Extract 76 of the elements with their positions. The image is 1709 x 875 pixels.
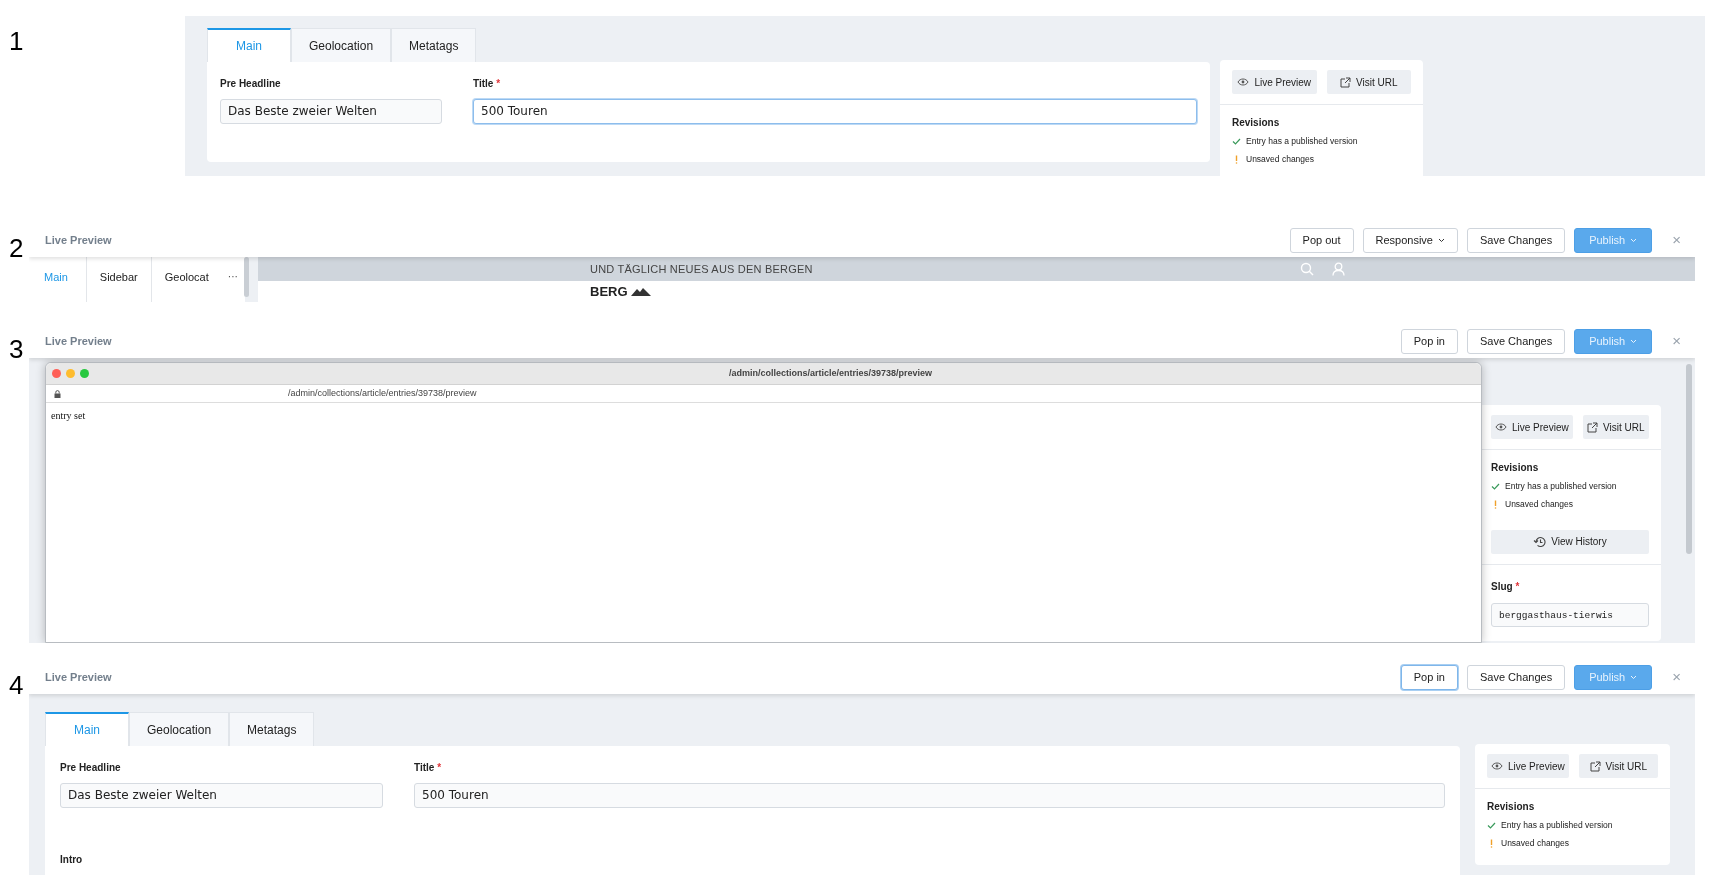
search-icon [1300, 262, 1314, 276]
visit-url-button[interactable]: Visit URL [1326, 70, 1411, 94]
section-heading: Revisions [1491, 461, 1540, 475]
panel-number: 3 [8, 333, 25, 366]
url-text: /admin/collections/article/entries/39738/preview [288, 386, 477, 400]
scrollbar[interactable] [243, 257, 249, 297]
toolbar-button[interactable]: Pop out [1289, 227, 1354, 253]
external-link-icon [1340, 76, 1351, 88]
view-history-button[interactable]: View History [1491, 529, 1649, 554]
toolbar-button[interactable]: Save Changes [1467, 664, 1566, 690]
window-title: /admin/collections/article/entries/39738/preview [729, 366, 933, 380]
window-minimize-button[interactable] [66, 369, 75, 378]
window-zoom-button[interactable] [80, 369, 89, 378]
text-field[interactable]: Das Beste zweier Welten [220, 98, 442, 124]
eye-icon [1491, 761, 1503, 771]
field-label: Intro [60, 852, 84, 867]
tab[interactable]: Geolocation [291, 28, 392, 62]
user-icon [1332, 262, 1345, 276]
eye-icon [1237, 77, 1250, 87]
page-text: entry set [50, 409, 87, 423]
lock-icon [54, 389, 61, 398]
text-field[interactable]: Das Beste zweier Welten [60, 782, 383, 808]
chevron-down-icon [1630, 237, 1638, 243]
revision-status: Entry has a published version [1505, 480, 1617, 493]
live-preview-button[interactable]: Live Preview [1232, 70, 1317, 94]
toolbar-button[interactable]: Pop in [1400, 664, 1458, 690]
live-preview-button[interactable]: Live Preview [1487, 754, 1569, 778]
panel-number: 1 [8, 25, 25, 58]
toolbar-title: Live Preview [45, 232, 112, 248]
revision-status: Unsaved changes [1505, 497, 1574, 511]
site-banner-text: UND TÄGLICH NEUES AUS DEN BERGEN [590, 261, 813, 277]
visit-url-button[interactable]: Visit URL [1578, 754, 1658, 778]
toolbar-button[interactable]: Save Changes [1467, 328, 1566, 354]
external-link-icon [1587, 421, 1599, 433]
external-link-icon [1589, 760, 1601, 772]
section-heading: Revisions [1487, 800, 1536, 814]
eye-icon [1495, 422, 1507, 432]
revision-status: Unsaved changes [1246, 152, 1315, 166]
check-icon [1487, 821, 1496, 829]
toolbar-title: Live Preview [45, 669, 112, 685]
check-icon [1232, 137, 1241, 145]
revision-status: Unsaved changes [1501, 836, 1570, 850]
panel-number: 4 [8, 669, 25, 702]
text-field[interactable]: 500 Touren [414, 782, 1445, 808]
toolbar-button[interactable]: Save Changes [1467, 227, 1566, 253]
panel-number: 2 [8, 232, 25, 265]
text-field[interactable]: 500 Touren [473, 98, 1197, 124]
mountain-icon [630, 287, 651, 296]
site-logo: BERG [590, 285, 628, 298]
section-heading: Revisions [1232, 116, 1281, 130]
chevron-down-icon [1630, 674, 1638, 680]
check-icon [1491, 482, 1500, 490]
field-label: Pre Headline [60, 761, 122, 775]
history-icon [1533, 535, 1547, 548]
tab[interactable]: Metatags [391, 28, 477, 62]
toolbar-title: Live Preview [45, 333, 112, 349]
field-label: Title * [414, 761, 443, 775]
field-label: Slug * [1491, 579, 1521, 594]
field-label: Pre Headline [220, 77, 282, 91]
revision-status: Entry has a published version [1501, 819, 1613, 832]
chevron-down-icon [1630, 338, 1638, 344]
toolbar-button[interactable]: Pop in [1400, 328, 1458, 354]
tab[interactable]: Geolocation [129, 712, 230, 746]
tab[interactable]: Metatags [229, 712, 315, 746]
revision-status: Entry has a published version [1246, 135, 1358, 148]
visit-url-button[interactable]: Visit URL [1582, 415, 1649, 439]
required-mark: * [1515, 580, 1520, 592]
dropdown-button[interactable]: Responsive [1362, 227, 1458, 253]
required-mark: * [496, 78, 501, 89]
scrollbar[interactable] [1686, 364, 1692, 554]
slug-field[interactable]: berggasthaus-tierwis [1491, 603, 1649, 627]
window-close-button[interactable] [52, 369, 61, 378]
field-label: Title * [473, 77, 502, 91]
live-preview-button[interactable]: Live Preview [1491, 415, 1573, 439]
required-mark: * [437, 762, 442, 773]
chevron-down-icon [1438, 237, 1445, 243]
